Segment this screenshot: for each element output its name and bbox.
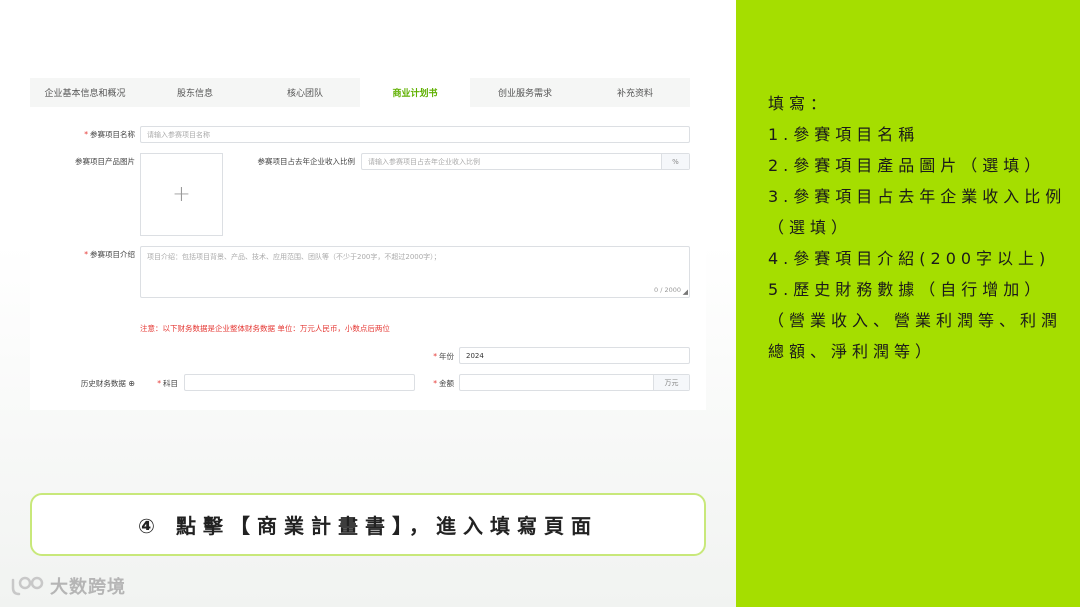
amount-unit: 万元 [653,375,689,390]
amount-input[interactable]: 万元 [459,374,690,391]
amount-label: * 金额 [433,379,454,388]
image-upload-button[interactable]: + [140,153,223,236]
tab-shareholders[interactable]: 股东信息 [140,78,250,107]
intro-placeholder: 项目介绍：包括项目背景、产品、技术、应用范围、团队等（不少于200字，不超过20… [147,253,441,261]
tab-startup-services[interactable]: 创业服务需求 [470,78,580,107]
tab-business-plan[interactable]: 商业计划书 [360,78,470,107]
year-value: 2024 [466,351,484,360]
subject-label-text: 科目 [163,379,178,388]
instruction-list: 填寫： 1.參賽項目名稱 2.參賽項目產品圖片（選填） 3.參賽項目占去年企業收… [768,88,1068,367]
instruction-item-1: 1.參賽項目名稱 [768,125,920,144]
brand-logo: 大数跨境 [10,572,126,600]
amount-label-text: 金额 [439,379,454,388]
plus-circle-icon[interactable]: ⊕ [128,379,135,388]
form-card: 企业基本信息和概况 股东信息 核心团队 商业计划书 创业服务需求 补充资料 * 参… [30,78,706,410]
revenue-ratio-input[interactable]: 请输入参赛项目占去年企业收入比例 % [361,153,690,170]
project-name-input[interactable]: 请输入参赛项目名称 [140,126,690,143]
year-label-text: 年份 [439,352,454,361]
financial-notice: 注意：以下财务数据是企业整体财务数据 单位：万元人民币，小数点后两位 [140,324,390,333]
instruction-item-2: 2.參賽項目產品圖片（選填） [768,156,1046,175]
step-callout: ④ 點擊【商業計畫書】，進入填寫頁面 [30,493,706,556]
resize-handle-icon[interactable]: ◢ [683,289,688,296]
year-input[interactable]: 2024 [459,347,690,364]
year-label: * 年份 [433,352,454,361]
instruction-item-3: 3.參賽項目占去年企業收入比例（選填） [768,187,1067,237]
project-name-label-text: 参赛项目名称 [90,130,135,139]
tab-bar: 企业基本信息和概况 股东信息 核心团队 商业计划书 创业服务需求 补充资料 [30,78,690,107]
percent-unit: % [661,154,689,169]
subject-input[interactable] [184,374,415,391]
project-name-placeholder: 请输入参赛项目名称 [147,130,210,139]
revenue-ratio-label: 参赛项目占去年企业收入比例 [257,157,356,166]
plus-icon: + [172,182,191,207]
project-name-label: * 参赛项目名称 [84,130,135,139]
intro-label: * 参赛项目介绍 [84,250,135,259]
revenue-ratio-placeholder: 请输入参赛项目占去年企业收入比例 [368,157,480,166]
char-counter: 0 / 2000 [654,286,681,294]
history-financial-label-text: 历史财务数据 [80,379,126,388]
brand-mark-icon [11,576,44,596]
tab-supplementary[interactable]: 补充资料 [580,78,690,107]
history-financial-label: 历史财务数据 ⊕ [30,378,135,389]
tab-company-info[interactable]: 企业基本信息和概况 [30,78,140,107]
intro-textarea[interactable]: 项目介绍：包括项目背景、产品、技术、应用范围、团队等（不少于200字，不超过20… [140,246,690,298]
subject-label: * 科目 [157,379,178,388]
instruction-item-5: 5.歷史財務數據（自行增加）（營業收入、營業利潤等、利潤總額、淨利潤等） [768,280,1063,361]
intro-label-text: 参赛项目介绍 [90,250,135,259]
instruction-item-4: 4.參賽項目介紹(200字以上) [768,249,1051,268]
brand-name: 大数跨境 [50,577,126,598]
tab-core-team[interactable]: 核心团队 [250,78,360,107]
product-image-label: 参赛项目产品图片 [75,157,135,166]
instruction-heading: 填寫： [768,94,832,113]
